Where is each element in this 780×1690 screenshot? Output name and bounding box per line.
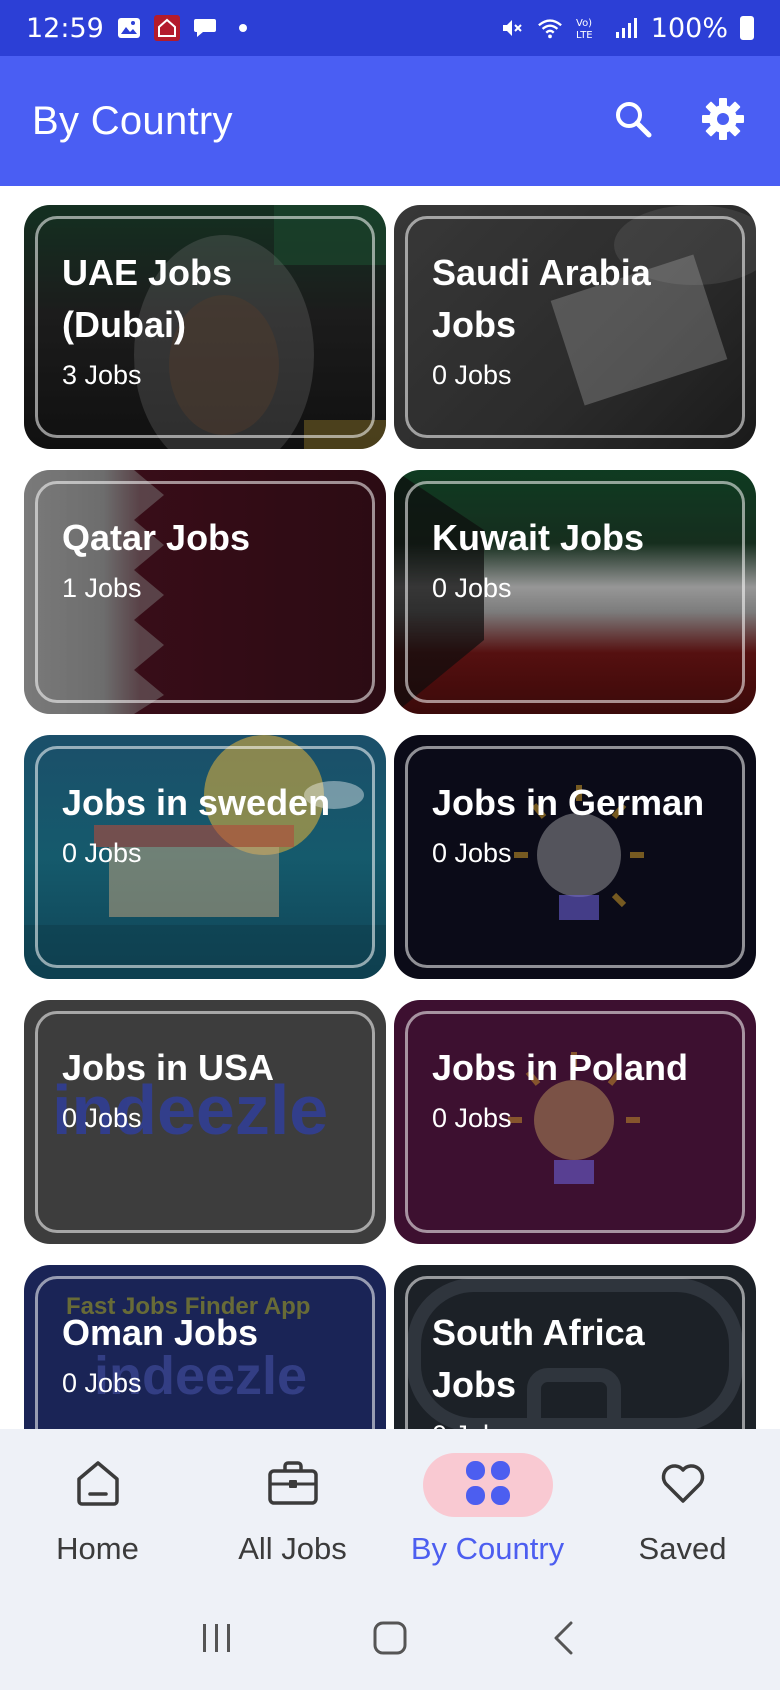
signal-icon [613, 16, 639, 40]
card-title: Saudi Arabia Jobs 0 Jobs [432, 247, 728, 393]
card-job-count: 0 Jobs [432, 1417, 728, 1429]
grid-icon [464, 1459, 512, 1511]
app-notification-icon [153, 15, 180, 41]
status-bar: 12:59 Vo) LTE 100% [0, 0, 780, 56]
card-title: Jobs in USA 0 Jobs [62, 1042, 358, 1136]
card-title: Jobs in Poland 0 Jobs [432, 1042, 728, 1136]
battery-percent: 100% [650, 12, 728, 44]
card-job-count: 1 Jobs [62, 573, 142, 603]
settings-button[interactable] [698, 96, 748, 146]
card-job-count: 0 Jobs [432, 360, 512, 390]
recents-button[interactable] [187, 1610, 247, 1670]
svg-text:LTE: LTE [576, 30, 593, 40]
back-button[interactable] [533, 1610, 593, 1670]
home-system-button[interactable] [360, 1610, 420, 1670]
card-job-count: 0 Jobs [432, 838, 512, 868]
card-job-count: 0 Jobs [62, 1103, 142, 1133]
country-card-germany[interactable]: Jobs in German 0 Jobs [394, 735, 756, 979]
nav-label: All Jobs [238, 1531, 347, 1566]
back-chevron-icon [551, 1621, 575, 1659]
system-navigation [0, 1589, 780, 1690]
card-job-count: 3 Jobs [62, 360, 142, 390]
nav-item-saved[interactable]: Saved [585, 1429, 780, 1589]
country-card-qatar[interactable]: Qatar Jobs 1 Jobs [24, 470, 386, 714]
bottom-navigation: Home All Jobs By Country Saved [0, 1429, 780, 1589]
gear-icon [701, 97, 745, 145]
dot-icon [230, 16, 256, 40]
country-card-usa[interactable]: indeezle Jobs in USA 0 Jobs [24, 1000, 386, 1244]
nav-item-all-jobs[interactable]: All Jobs [195, 1429, 390, 1589]
home-icon [75, 1459, 121, 1511]
country-card-oman[interactable]: Fast Jobs Finder App indeezle Oman Jobs … [24, 1265, 386, 1429]
card-title: Jobs in German 0 Jobs [432, 777, 728, 871]
card-job-count: 0 Jobs [432, 1103, 512, 1133]
country-grid: UAE Jobs (Dubai) 3 Jobs Saudi Arabia Job… [24, 205, 756, 1429]
mute-icon [499, 16, 525, 40]
card-title: Kuwait Jobs 0 Jobs [432, 512, 728, 606]
page-title: By Country [32, 98, 233, 143]
heart-icon [660, 1462, 706, 1508]
country-card-poland[interactable]: Jobs in Poland 0 Jobs [394, 1000, 756, 1244]
recents-icon [200, 1622, 234, 1658]
app-bar: By Country [0, 56, 780, 186]
nav-label: Saved [638, 1531, 727, 1566]
search-icon [613, 99, 653, 143]
country-card-uae[interactable]: UAE Jobs (Dubai) 3 Jobs [24, 205, 386, 449]
nav-item-by-country[interactable]: By Country [390, 1429, 585, 1589]
svg-text:Vo): Vo) [576, 18, 592, 29]
card-title: UAE Jobs (Dubai) 3 Jobs [62, 247, 358, 393]
card-title: Oman Jobs 0 Jobs [62, 1307, 358, 1401]
volte-icon: Vo) LTE [575, 16, 601, 40]
card-job-count: 0 Jobs [62, 1368, 142, 1398]
card-title: Jobs in sweden 0 Jobs [62, 777, 358, 871]
active-indicator [422, 1453, 553, 1517]
nav-label: By Country [410, 1531, 565, 1566]
briefcase-icon [267, 1460, 319, 1510]
country-card-kuwait[interactable]: Kuwait Jobs 0 Jobs [394, 470, 756, 714]
card-job-count: 0 Jobs [62, 838, 142, 868]
nav-item-home[interactable]: Home [0, 1429, 195, 1589]
nav-label: Home [56, 1531, 139, 1566]
search-button[interactable] [608, 96, 658, 146]
country-card-south-africa[interactable]: South Africa Jobs 0 Jobs [394, 1265, 756, 1429]
country-card-saudi-arabia[interactable]: Saudi Arabia Jobs 0 Jobs [394, 205, 756, 449]
card-job-count: 0 Jobs [432, 573, 512, 603]
country-card-sweden[interactable]: Jobs in sweden 0 Jobs [24, 735, 386, 979]
card-title: Qatar Jobs 1 Jobs [62, 512, 358, 606]
wifi-icon [537, 16, 563, 40]
card-title: South Africa Jobs 0 Jobs [432, 1307, 728, 1429]
chat-bubble-icon [192, 16, 218, 40]
status-time: 12:59 [26, 12, 104, 44]
home-square-icon [373, 1621, 407, 1659]
gallery-icon [116, 16, 142, 40]
battery-icon [740, 16, 754, 40]
